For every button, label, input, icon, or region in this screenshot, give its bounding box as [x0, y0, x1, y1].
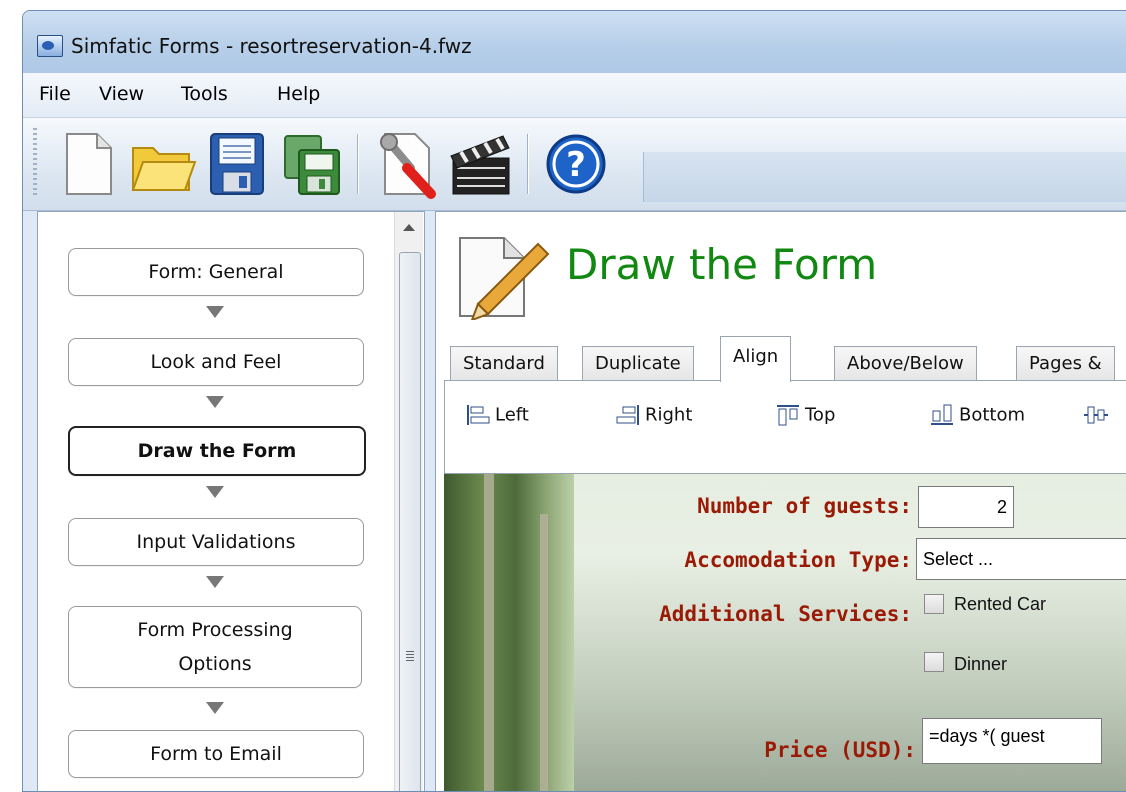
nav-scrollbar[interactable]: [394, 212, 423, 791]
rented-car-label[interactable]: Rented Car: [954, 594, 1046, 615]
down-arrow-icon: [206, 486, 224, 498]
align-bottom-label: Bottom: [959, 404, 1026, 426]
new-document-icon: [66, 133, 112, 195]
toolbar-separator: [357, 134, 358, 194]
dinner-checkbox[interactable]: [924, 652, 944, 672]
background-photo: [484, 474, 494, 791]
services-label[interactable]: Additional Services:: [594, 602, 912, 626]
down-arrow-icon: [206, 396, 224, 408]
down-arrow-icon: [206, 702, 224, 714]
tab-align[interactable]: Align: [720, 336, 792, 382]
workflow-nav-panel: Form: General Look and Feel Draw the For…: [37, 211, 425, 791]
align-left-button[interactable]: Left: [465, 403, 529, 433]
help-button[interactable]: ?: [541, 128, 611, 200]
grip-icon: [406, 651, 414, 661]
align-center-icon: [1084, 406, 1108, 424]
nav-step-form-to-email[interactable]: Form to Email: [68, 730, 364, 778]
price-label[interactable]: Price (USD):: [594, 738, 916, 762]
tab-duplicate[interactable]: Duplicate: [582, 346, 694, 380]
scroll-thumb[interactable]: [399, 252, 421, 791]
title-bar[interactable]: Simfatic Forms - resortreservation-4.fwz: [23, 11, 1126, 73]
menu-help[interactable]: Help: [277, 83, 320, 105]
align-bottom-icon: [931, 404, 953, 425]
nav-step-form-processing-options[interactable]: Form Processing Options: [68, 606, 362, 688]
settings-button[interactable]: [371, 128, 441, 200]
tab-pages[interactable]: Pages &: [1016, 346, 1115, 380]
open-folder-icon: [131, 147, 197, 191]
page-title: Draw the Form: [566, 240, 878, 289]
price-input[interactable]: =days *( guest: [922, 718, 1102, 764]
window-title: Simfatic Forms - resortreservation-4.fwz: [71, 34, 472, 58]
form-design-canvas[interactable]: Number of guests: 2 Accomodation Type: S…: [444, 474, 1126, 791]
toolbar-separator: [527, 134, 528, 194]
app-icon[interactable]: [37, 35, 63, 57]
dinner-label[interactable]: Dinner: [954, 654, 1007, 675]
align-tab-panel: Left Right Top Bottom: [444, 380, 1126, 474]
align-left-icon: [467, 405, 490, 425]
background-photo: [540, 514, 548, 791]
accommodation-select[interactable]: Select ...: [916, 538, 1126, 580]
toolbar-extension: [643, 152, 1126, 202]
align-left-label: Left: [495, 404, 529, 426]
draw-form-icon: [459, 237, 550, 320]
align-right-button[interactable]: Right: [615, 403, 692, 433]
toolbar-grip[interactable]: [33, 128, 37, 198]
application-window: Simfatic Forms - resortreservation-4.fwz…: [22, 10, 1126, 792]
svg-text:?: ?: [566, 145, 586, 185]
toolbar: ?: [23, 118, 1126, 211]
down-arrow-icon: [206, 576, 224, 588]
tab-above-below[interactable]: Above/Below: [834, 346, 977, 380]
align-top-icon: [777, 405, 799, 426]
background-photo: [444, 474, 574, 791]
save-button[interactable]: [201, 128, 271, 200]
accommodation-label[interactable]: Accomodation Type:: [594, 548, 912, 572]
align-center-button[interactable]: [1083, 403, 1113, 433]
nav-step-form-general[interactable]: Form: General: [68, 248, 364, 296]
main-content-panel: Draw the Form Standard Duplicate Align A…: [435, 211, 1126, 791]
new-document-button[interactable]: [53, 128, 123, 200]
preview-button[interactable]: [445, 128, 515, 200]
align-bottom-button[interactable]: Bottom: [929, 403, 1025, 433]
align-top-button[interactable]: Top: [775, 403, 835, 433]
menu-file[interactable]: File: [39, 83, 71, 105]
align-top-label: Top: [805, 404, 836, 426]
help-icon: ?: [546, 134, 606, 194]
menu-view[interactable]: View: [99, 83, 144, 105]
down-arrow-icon: [206, 306, 224, 318]
guests-label[interactable]: Number of guests:: [594, 494, 912, 518]
guests-input[interactable]: 2: [918, 486, 1014, 528]
nav-step-look-and-feel[interactable]: Look and Feel: [68, 338, 364, 386]
nav-step-input-validations[interactable]: Input Validations: [68, 518, 364, 566]
menu-tools[interactable]: Tools: [181, 83, 228, 105]
align-right-label: Right: [645, 404, 693, 426]
nav-step-draw-the-form[interactable]: Draw the Form: [68, 426, 366, 476]
open-button[interactable]: [127, 128, 197, 200]
rented-car-checkbox[interactable]: [924, 594, 944, 614]
nav-step-label: Form Processing Options: [137, 619, 293, 675]
save-as-button[interactable]: [275, 128, 345, 200]
save-icon: [210, 133, 264, 195]
menu-bar: File View Tools Help: [23, 73, 1126, 118]
tab-strip: Standard Duplicate Align Above/Below Pag…: [450, 334, 1126, 382]
align-right-icon: [616, 405, 639, 425]
scroll-up-icon[interactable]: [403, 224, 415, 231]
clapperboard-icon: [450, 135, 510, 195]
settings-tools-icon: [380, 133, 436, 199]
tab-standard[interactable]: Standard: [450, 346, 558, 380]
save-as-icon: [284, 135, 340, 195]
